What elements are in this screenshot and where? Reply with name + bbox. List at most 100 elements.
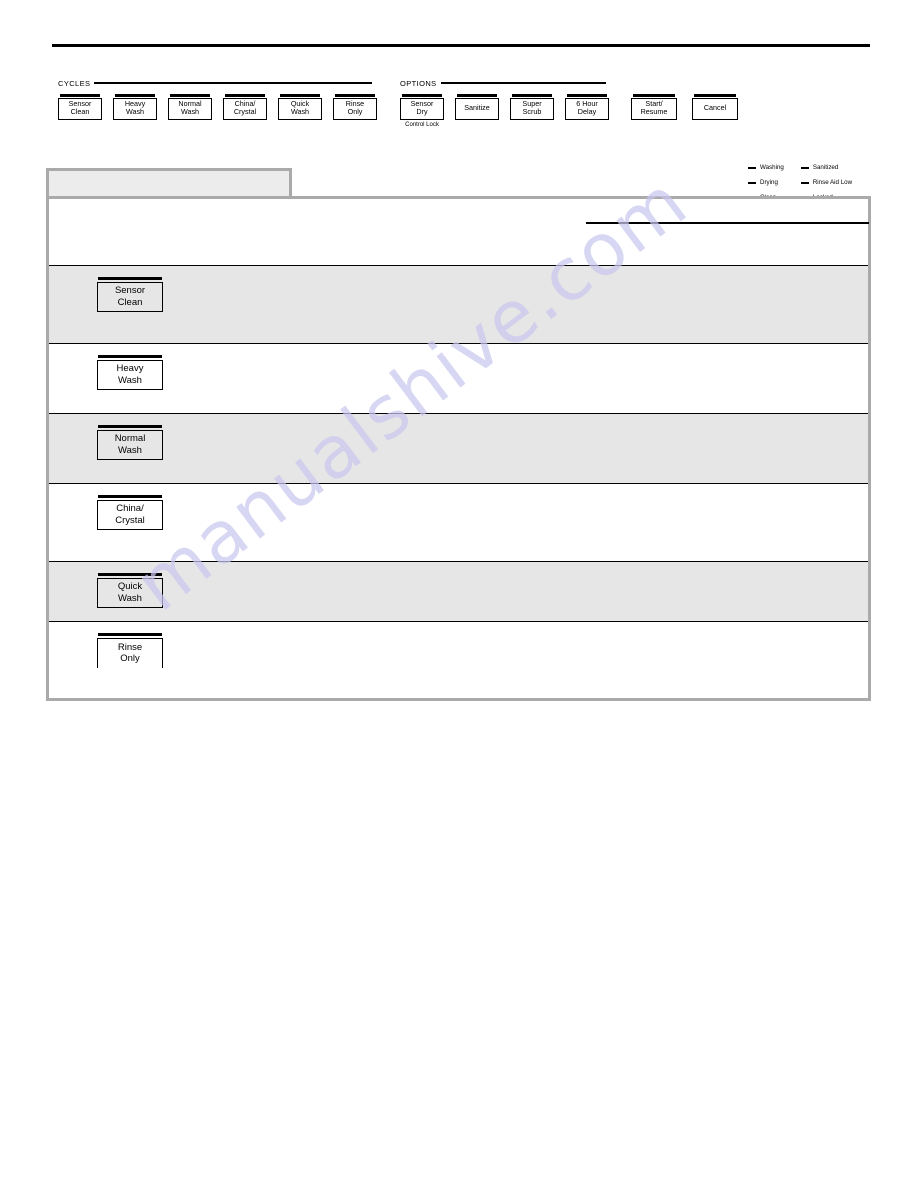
panel-button-quick-wash[interactable]: Quick Wash bbox=[278, 94, 322, 120]
cycle-button-label: China/ bbox=[116, 503, 144, 515]
cycle-button-label: Quick bbox=[117, 581, 143, 593]
appliance-control-panel: CYCLES Sensor Clean Heavy Wash Normal Wash Chi… bbox=[0, 78, 918, 201]
cycle-button-heavy-wash[interactable]: Heavy Wash bbox=[97, 355, 163, 391]
cycle-indicator-bar bbox=[98, 573, 162, 577]
panel-button-super-scrub[interactable]: Super Scrub bbox=[510, 94, 554, 120]
panel-button-label: Resume bbox=[640, 107, 668, 117]
table-header-row bbox=[49, 199, 869, 266]
panel-button-label: Dry bbox=[416, 107, 428, 117]
button-indicator-bar bbox=[402, 94, 442, 97]
cycle-description-cell bbox=[199, 484, 868, 494]
panel-button-heavy-wash[interactable]: Heavy Wash bbox=[113, 94, 157, 120]
cycle-button-face[interactable]: Rinse Only bbox=[97, 638, 163, 669]
table-row: China/Crystal bbox=[49, 484, 868, 562]
button-indicator-bar bbox=[633, 94, 675, 97]
cycle-button-label: Rinse bbox=[117, 641, 143, 653]
cycles-group-label: CYCLES bbox=[58, 78, 91, 88]
panel-button-label: Wash bbox=[125, 107, 145, 117]
panel-button-face[interactable]: Sanitize bbox=[455, 97, 499, 120]
cycle-button-label: Sensor bbox=[114, 285, 146, 297]
cycle-button-cell: Normal Wash bbox=[49, 414, 199, 461]
panel-button-face[interactable]: Normal Wash bbox=[168, 97, 212, 120]
indicator-light-washing: Washing bbox=[748, 164, 784, 171]
cycle-description-cell bbox=[199, 622, 868, 632]
cycle-button-label: Only bbox=[120, 653, 140, 665]
panel-button-start-resume[interactable]: Start/Resume bbox=[631, 94, 677, 120]
cycle-table-body: Sensor Clean Heavy Wash Normal Wash China/Crys… bbox=[46, 196, 871, 701]
indicator-dash-icon bbox=[800, 166, 809, 169]
panel-button-sensor-dry[interactable]: Sensor Dry Control Lock bbox=[400, 94, 444, 129]
cycle-button-face[interactable]: Heavy Wash bbox=[97, 360, 163, 391]
panel-button-label: Only bbox=[347, 107, 363, 117]
indicator-light-sanitized: Sanitized bbox=[800, 164, 852, 171]
button-indicator-bar bbox=[457, 94, 497, 97]
panel-button-label: Delay bbox=[577, 107, 597, 117]
table-row: Sensor Clean bbox=[49, 266, 868, 344]
cycle-button-label: Heavy bbox=[116, 363, 144, 375]
button-indicator-bar bbox=[115, 94, 155, 97]
table-row: Quick Wash bbox=[49, 562, 868, 622]
button-indicator-bar bbox=[512, 94, 552, 97]
panel-button-face[interactable]: 6 Hour Delay bbox=[565, 97, 609, 120]
cycle-button-label: Wash bbox=[118, 374, 142, 386]
panel-button-six-hour-delay[interactable]: 6 Hour Delay bbox=[565, 94, 609, 120]
panel-button-face[interactable]: Heavy Wash bbox=[113, 97, 157, 120]
indicator-label: Washing bbox=[760, 164, 784, 171]
indicator-light-drying: Drying bbox=[748, 179, 784, 186]
cycle-button-quick-wash[interactable]: Quick Wash bbox=[97, 573, 163, 609]
page-top-rule bbox=[52, 44, 870, 47]
panel-button-china-crystal[interactable]: China/Crystal bbox=[223, 94, 267, 120]
panel-button-face[interactable]: China/Crystal bbox=[223, 97, 267, 120]
cycle-description-cell bbox=[199, 344, 868, 354]
table-row: Heavy Wash bbox=[49, 344, 868, 414]
cycle-button-label: Clean bbox=[117, 296, 143, 308]
cycle-description-cell bbox=[199, 414, 868, 424]
cycle-description-cell bbox=[199, 266, 868, 276]
cycle-button-label: Wash bbox=[118, 592, 142, 604]
panel-button-face[interactable]: Cancel bbox=[692, 97, 738, 120]
indicator-label: Sanitized bbox=[812, 164, 839, 171]
cycle-button-cell: Rinse Only bbox=[49, 622, 199, 669]
panel-button-cancel[interactable]: Cancel bbox=[692, 94, 738, 120]
cycle-indicator-bar bbox=[98, 277, 162, 281]
panel-button-face[interactable]: Sensor Dry bbox=[400, 97, 444, 120]
button-indicator-bar bbox=[694, 94, 736, 97]
cycle-button-sensor-clean[interactable]: Sensor Clean bbox=[97, 277, 163, 313]
cycles-group-header: CYCLES bbox=[58, 78, 388, 88]
cycle-button-cell: China/Crystal bbox=[49, 484, 199, 531]
button-indicator-bar bbox=[280, 94, 320, 97]
indicator-light-rinse-aid-low: Rinse Aid Low bbox=[800, 179, 852, 186]
indicator-dash-icon bbox=[748, 181, 756, 184]
table-row: Normal Wash bbox=[49, 414, 868, 484]
cycle-button-cell: Sensor Clean bbox=[49, 266, 199, 313]
table-row: Rinse Only bbox=[49, 622, 868, 698]
cycle-button-china-crystal[interactable]: China/Crystal bbox=[97, 495, 163, 531]
panel-button-label: Wash bbox=[180, 107, 200, 117]
panel-button-face[interactable]: Rinse Only bbox=[333, 97, 377, 120]
panel-button-face[interactable]: Quick Wash bbox=[278, 97, 322, 120]
cycle-button-face[interactable]: Sensor Clean bbox=[97, 282, 163, 313]
cycle-indicator-bar bbox=[98, 425, 162, 429]
panel-button-face[interactable]: Sensor Clean bbox=[58, 97, 102, 120]
panel-button-rinse-only[interactable]: Rinse Only bbox=[333, 94, 377, 120]
panel-button-sanitize[interactable]: Sanitize bbox=[455, 94, 499, 120]
panel-button-label: Cancel bbox=[703, 103, 727, 113]
cycle-button-cell: Heavy Wash bbox=[49, 344, 199, 391]
cycle-button-face[interactable]: Quick Wash bbox=[97, 578, 163, 609]
cycle-button-face[interactable]: Normal Wash bbox=[97, 430, 163, 461]
button-indicator-bar bbox=[225, 94, 265, 97]
cycle-indicator-bar bbox=[98, 633, 162, 637]
table-tab bbox=[46, 168, 292, 196]
cycle-button-normal-wash[interactable]: Normal Wash bbox=[97, 425, 163, 461]
cycle-button-label: Wash bbox=[118, 444, 142, 456]
panel-button-label: Sanitize bbox=[464, 103, 490, 113]
panel-button-face[interactable]: Start/Resume bbox=[631, 97, 677, 120]
table-header-rule bbox=[586, 222, 869, 224]
panel-button-normal-wash[interactable]: Normal Wash bbox=[168, 94, 212, 120]
indicator-dash-icon bbox=[748, 166, 756, 169]
panel-button-face[interactable]: Super Scrub bbox=[510, 97, 554, 120]
button-indicator-bar bbox=[335, 94, 375, 97]
cycle-button-rinse-only[interactable]: Rinse Only bbox=[97, 633, 163, 669]
cycle-button-face[interactable]: China/Crystal bbox=[97, 500, 163, 531]
panel-button-sensor-clean[interactable]: Sensor Clean bbox=[58, 94, 102, 120]
